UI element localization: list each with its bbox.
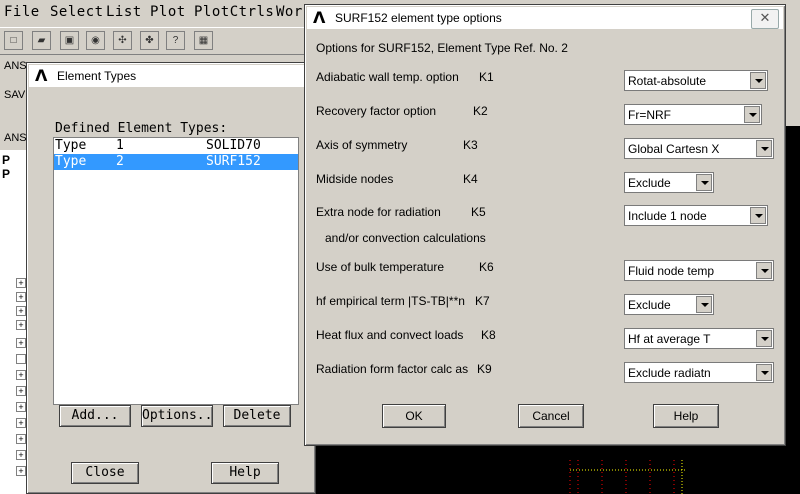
help-icon[interactable]: ? (166, 31, 185, 50)
tree-expand-icon[interactable]: + (16, 466, 26, 476)
k9-label: Radiation form factor calc as (316, 362, 469, 376)
report-icon[interactable]: ✤ (140, 31, 159, 50)
tree-root-preprocessor[interactable]: P (2, 167, 10, 181)
chevron-down-icon[interactable] (756, 262, 772, 279)
tree-expand-icon[interactable]: + (16, 386, 26, 396)
k8-key: K8 (481, 328, 496, 342)
main-toolbar: □ ▰ ▣ ◉ ✣ ✤ ? ▦ (0, 27, 310, 55)
tree-expand-icon[interactable]: + (16, 338, 26, 348)
help-button[interactable]: Help (211, 462, 279, 484)
menu-select[interactable]: Select (50, 4, 104, 20)
ansys-logo-icon: Λ (313, 8, 326, 27)
chevron-down-icon[interactable] (750, 207, 766, 224)
save-db-label: SAV (4, 89, 26, 101)
tree-expand-icon[interactable]: + (16, 370, 26, 380)
chevron-down-icon[interactable] (750, 72, 766, 89)
k5-label-line2: and/or convection calculations (325, 231, 486, 245)
save-disk-icon[interactable]: ▣ (60, 31, 79, 50)
k3-label: Axis of symmetry (316, 138, 408, 152)
k5-select[interactable]: Include 1 node (624, 205, 768, 226)
ansys-logo-icon: Λ (35, 66, 48, 85)
tree-collapse-icon[interactable] (16, 354, 26, 364)
main-menu-tree: P P + + + + + + + + + + + + (0, 150, 28, 494)
close-icon[interactable]: ✕ (751, 9, 779, 29)
k5-label: Extra node for radiation (316, 205, 441, 219)
list-item-selected[interactable]: Type 2 SURF152 (54, 154, 298, 170)
k9-select[interactable]: Exclude radiatn (624, 362, 774, 383)
defined-types-heading: Defined Element Types: (55, 121, 228, 136)
pan-zoom-icon[interactable]: ◉ (86, 31, 105, 50)
options-subtitle: Options for SURF152, Element Type Ref. N… (316, 41, 568, 55)
menu-file[interactable]: File (4, 4, 40, 20)
k6-key: K6 (479, 260, 494, 274)
k1-select[interactable]: Rotat-absolute (624, 70, 768, 91)
k8-label: Heat flux and convect loads (316, 328, 464, 342)
k1-label: Adiabatic wall temp. option (316, 70, 459, 84)
ok-button[interactable]: OK (382, 404, 446, 428)
k4-select[interactable]: Exclude (624, 172, 714, 193)
k7-key: K7 (475, 294, 490, 308)
k2-key: K2 (473, 104, 488, 118)
tree-expand-icon[interactable]: + (16, 306, 26, 316)
k3-key: K3 (463, 138, 478, 152)
menu-plotctrls[interactable]: PlotCtrls (194, 4, 274, 20)
cancel-button[interactable]: Cancel (518, 404, 584, 428)
options-button[interactable]: Options... (141, 405, 213, 427)
k7-label: hf empirical term |TS-TB|**n (316, 294, 465, 308)
k2-select[interactable]: Fr=NRF (624, 104, 762, 125)
close-button[interactable]: Close (71, 462, 139, 484)
tree-root-preferences[interactable]: P (2, 153, 10, 167)
k8-select[interactable]: Hf at average T (624, 328, 774, 349)
chevron-down-icon[interactable] (696, 174, 712, 191)
surf152-options-dialog: Λ SURF152 element type options ✕ Options… (304, 4, 786, 446)
tree-expand-icon[interactable]: + (16, 450, 26, 460)
k4-label: Midside nodes (316, 172, 394, 186)
chevron-down-icon[interactable] (744, 106, 760, 123)
tree-expand-icon[interactable]: + (16, 418, 26, 428)
chevron-down-icon[interactable] (756, 140, 772, 157)
tree-expand-icon[interactable]: + (16, 402, 26, 412)
k4-key: K4 (463, 172, 478, 186)
open-folder-icon[interactable]: ▰ (32, 31, 51, 50)
k6-label: Use of bulk temperature (316, 260, 445, 274)
list-item[interactable]: Type 1 SOLID70 (54, 138, 298, 154)
k3-select[interactable]: Global Cartesn X (624, 138, 774, 159)
k2-label: Recovery factor option (316, 104, 437, 118)
k7-select[interactable]: Exclude (624, 294, 714, 315)
chevron-down-icon[interactable] (756, 364, 772, 381)
image-capture-icon[interactable]: ✣ (113, 31, 132, 50)
tree-expand-icon[interactable]: + (16, 320, 26, 330)
surf152-titlebar[interactable]: Λ SURF152 element type options ✕ (307, 7, 783, 29)
command-grid-icon[interactable]: ▦ (194, 31, 213, 50)
ansys-main-label: ANS (4, 132, 27, 144)
chevron-down-icon[interactable] (696, 296, 712, 313)
add-button[interactable]: Add... (59, 405, 131, 427)
k9-key: K9 (477, 362, 492, 376)
tree-expand-icon[interactable]: + (16, 278, 26, 288)
element-types-window: Λ Element Types Defined Element Types: T… (26, 62, 316, 494)
tree-expand-icon[interactable]: + (16, 292, 26, 302)
element-types-titlebar[interactable]: Λ Element Types (29, 65, 313, 87)
tree-expand-icon[interactable]: + (16, 434, 26, 444)
ansys-label: ANS (4, 60, 27, 72)
chevron-down-icon[interactable] (756, 330, 772, 347)
menu-list[interactable]: List (106, 4, 142, 20)
element-types-title: Element Types (57, 69, 137, 83)
help-button[interactable]: Help (653, 404, 719, 428)
k6-select[interactable]: Fluid node temp (624, 260, 774, 281)
menu-plot[interactable]: Plot (150, 4, 186, 20)
surf152-dialog-title: SURF152 element type options (335, 11, 502, 25)
new-file-icon[interactable]: □ (4, 31, 23, 50)
k1-key: K1 (479, 70, 494, 84)
element-types-list[interactable]: Type 1 SOLID70 Type 2 SURF152 (53, 137, 299, 405)
k5-key: K5 (471, 205, 486, 219)
delete-button[interactable]: Delete (223, 405, 291, 427)
